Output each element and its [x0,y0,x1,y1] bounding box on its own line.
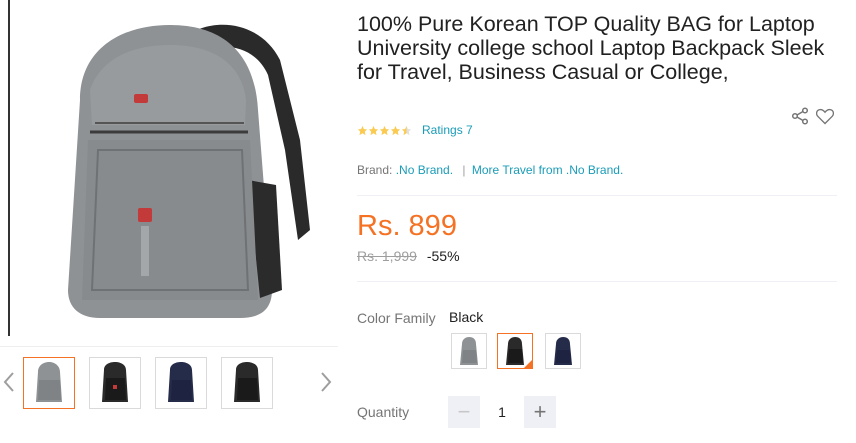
original-price: Rs. 1,999 [357,248,417,264]
divider [357,195,837,196]
star-icon [390,125,401,135]
color-swatch-gray[interactable] [451,333,487,369]
quantity-decrement-button[interactable]: − [448,396,480,428]
thumbnail-strip [0,346,338,416]
quantity-input[interactable] [482,397,522,427]
heart-icon[interactable] [815,106,835,126]
star-rating [357,125,412,136]
thumbnail-black-1[interactable] [89,357,141,409]
current-price: Rs. 899 [357,210,457,242]
thumbnail-gray[interactable] [23,357,75,409]
divider [357,281,837,282]
share-icon[interactable] [791,107,809,125]
discount-badge: -55% [426,248,460,264]
chevron-right-icon[interactable] [317,367,335,397]
chevron-left-icon[interactable] [0,367,18,397]
star-icon [368,125,379,135]
star-icon [379,125,390,135]
ratings-link[interactable]: Ratings 7 [422,123,473,137]
color-swatch-navy[interactable] [545,333,581,369]
quantity-increment-button[interactable]: + [524,396,556,428]
thumbnail-black-2[interactable] [221,357,273,409]
brand-separator: | [462,163,466,177]
star-icon [357,125,368,135]
main-product-image[interactable] [8,0,336,336]
selected-color-value: Black [449,309,484,325]
quantity-label: Quantity [357,404,410,420]
brand-row: Brand: .No Brand. | More Travel from .No… [357,163,623,177]
color-swatch-black[interactable] [497,333,533,369]
brand-label: Brand: [357,163,393,177]
color-family-label: Color Family [357,310,436,326]
more-from-brand-link[interactable]: More Travel from .No Brand. [472,163,623,177]
rating-row: Ratings 7 [357,122,473,138]
product-title: 100% Pure Korean TOP Quality BAG for Lap… [357,12,825,84]
product-gallery [0,0,338,443]
selected-check-icon [523,359,532,368]
brand-link[interactable]: .No Brand. [396,163,453,177]
star-half-icon [401,125,412,135]
original-price-row: Rs. 1,999 -55% [357,248,460,264]
thumbnail-navy[interactable] [155,357,207,409]
